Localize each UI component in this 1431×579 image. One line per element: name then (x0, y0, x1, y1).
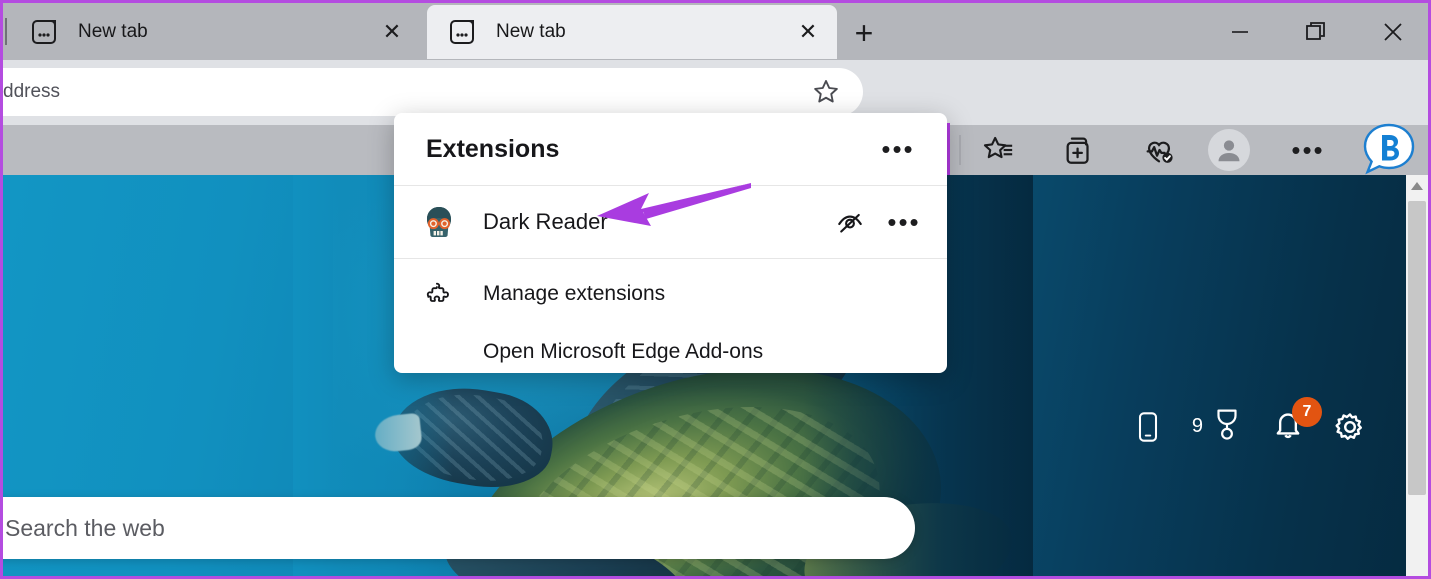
tab-close-button[interactable]: ✕ (791, 15, 825, 49)
address-bar[interactable]: ddress (3, 68, 863, 116)
menu-item-label: Manage extensions (483, 282, 666, 305)
tab-close-button[interactable]: ✕ (375, 15, 409, 49)
extensions-flyout-title: Extensions (426, 134, 560, 163)
minimize-button[interactable] (1206, 3, 1274, 60)
ellipsis-icon: ••• (881, 133, 915, 164)
tab-strip-left-divider (5, 18, 7, 45)
rewards-button[interactable]: 9 (1192, 407, 1242, 446)
tab-title: New tab (78, 21, 148, 42)
scroll-up-button[interactable] (1406, 175, 1428, 197)
puzzle-icon (422, 280, 456, 308)
extension-item-dark-reader[interactable]: Dark Reader ••• (394, 186, 947, 259)
avatar (1208, 129, 1250, 171)
dark-reader-icon (422, 205, 456, 239)
ntp-top-icon-row: 9 7 (1134, 397, 1366, 446)
address-bar-text: ddress (3, 81, 61, 102)
new-tab-page-icon (31, 18, 57, 46)
maximize-button[interactable] (1282, 3, 1350, 60)
extension-more-button[interactable]: ••• (883, 201, 925, 243)
close-window-button[interactable] (1359, 3, 1427, 60)
profile-avatar[interactable] (1202, 123, 1256, 177)
phone-icon[interactable] (1134, 411, 1162, 443)
menu-item-open-edge-addons[interactable]: Open Microsoft Edge Add-ons (394, 323, 947, 373)
eye-off-icon[interactable] (829, 201, 871, 243)
notification-badge: 7 (1292, 397, 1322, 427)
tab-title: New tab (496, 21, 566, 42)
scrollbar-thumb[interactable] (1408, 201, 1426, 495)
new-tab-button[interactable]: + (843, 13, 885, 53)
search-input[interactable]: Search the web (5, 515, 165, 542)
star-icon[interactable] (811, 77, 841, 107)
collections-icon[interactable] (1052, 123, 1106, 177)
extension-name: Dark Reader (483, 209, 608, 234)
ellipsis-icon: ••• (887, 206, 921, 237)
extensions-flyout-more-button[interactable]: ••• (879, 130, 917, 168)
page-scrollbar[interactable] (1406, 175, 1428, 576)
browser-window: New tab ✕ New tab ✕ + ddress ••• 9 7 Sea… (0, 0, 1431, 579)
settings-and-more-button[interactable]: ••• (1281, 123, 1335, 177)
favorites-icon[interactable] (971, 123, 1025, 177)
ellipsis-icon: ••• (1291, 134, 1325, 165)
menu-item-manage-extensions[interactable]: Manage extensions (394, 265, 947, 323)
rewards-count: 9 (1191, 415, 1203, 437)
extensions-flyout-header: Extensions ••• (394, 113, 947, 186)
gear-icon[interactable] (1334, 411, 1366, 443)
toolbar-divider (959, 135, 961, 165)
new-tab-page-icon (449, 18, 475, 46)
copilot-icon[interactable] (1357, 118, 1421, 182)
tab-new-tab-1[interactable]: New tab ✕ (9, 5, 421, 59)
rewards-icon (1212, 407, 1242, 446)
menu-item-label: Open Microsoft Edge Add-ons (483, 340, 764, 363)
search-box[interactable]: Search the web (3, 497, 915, 559)
notifications-button[interactable]: 7 (1272, 397, 1322, 446)
extensions-flyout: Extensions ••• Dark Reader ••• Manage ex… (394, 113, 947, 373)
tab-new-tab-2[interactable]: New tab ✕ (427, 5, 837, 59)
browser-essentials-icon[interactable] (1132, 123, 1186, 177)
tab-strip: New tab ✕ New tab ✕ + (3, 3, 1428, 60)
